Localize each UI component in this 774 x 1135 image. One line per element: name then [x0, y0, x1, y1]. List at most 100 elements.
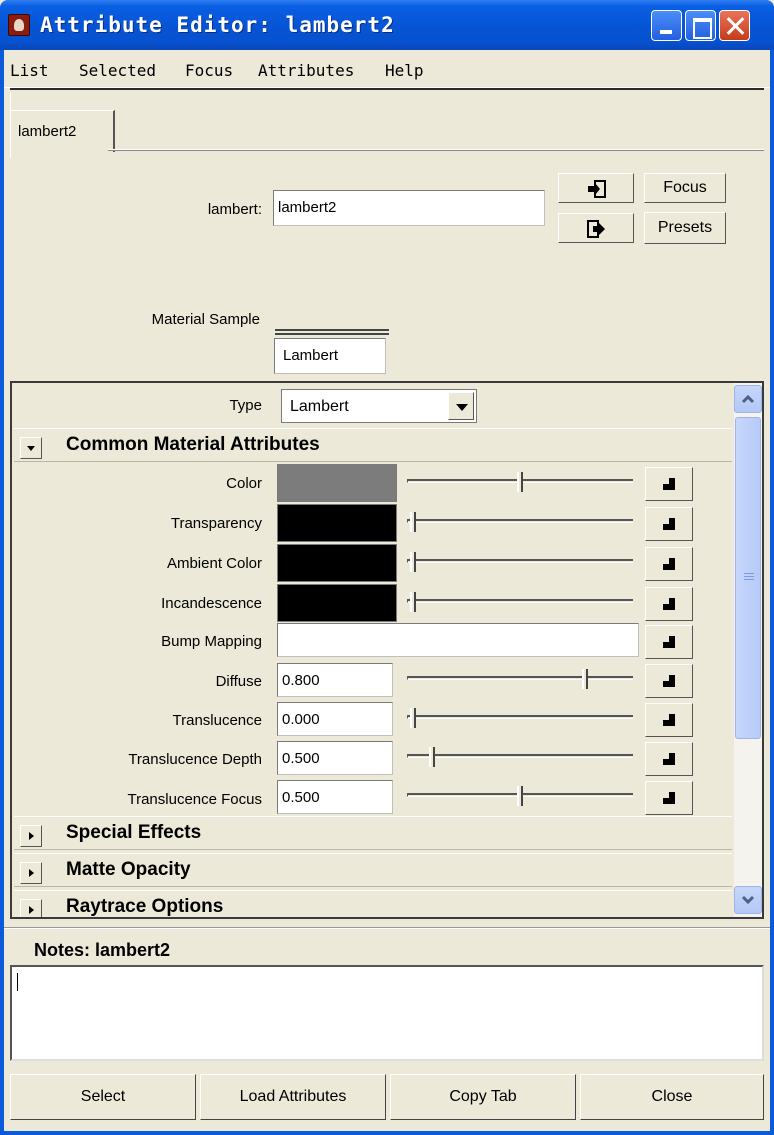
translucence-depth-field[interactable]: 0.500	[277, 741, 393, 775]
color-swatch[interactable]	[277, 464, 397, 502]
expand-arrow-button[interactable]	[20, 899, 42, 917]
translucence-focus-label: Translucence Focus	[127, 791, 262, 808]
translucence-slider[interactable]	[407, 708, 633, 728]
transparency-label: Transparency	[170, 515, 262, 532]
translucence-focus-slider[interactable]	[407, 786, 633, 806]
client-area: List Selected Focus Attributes Help lamb…	[4, 50, 770, 1131]
chevron-down-icon	[741, 895, 755, 905]
notes-divider	[4, 927, 770, 929]
node-name-label: lambert:	[207, 201, 262, 218]
translucence-focus-field[interactable]: 0.500	[277, 780, 393, 814]
menu-focus[interactable]: Focus	[185, 61, 233, 80]
scroll-down-button[interactable]	[734, 886, 762, 914]
menu-selected[interactable]: Selected	[79, 61, 156, 80]
bump-mapping-field[interactable]	[277, 623, 639, 657]
material-sample-label: Material Sample	[151, 311, 260, 328]
maya-app-icon	[8, 14, 30, 36]
ambient-color-swatch[interactable]	[277, 544, 397, 582]
type-dropdown[interactable]: Lambert	[281, 389, 477, 423]
incandescence-swatch[interactable]	[277, 584, 397, 622]
diffuse-label: Diffuse	[215, 673, 262, 690]
minimize-button[interactable]	[651, 10, 682, 41]
slider-handle[interactable]	[517, 472, 523, 492]
expand-arrow-button[interactable]	[20, 862, 42, 884]
presets-button[interactable]: Presets	[644, 212, 726, 244]
translucence-depth-map-button[interactable]	[645, 742, 693, 776]
text-caret	[17, 973, 18, 991]
slider-handle[interactable]	[410, 708, 416, 728]
diffuse-map-button[interactable]	[645, 664, 693, 698]
node-name-field[interactable]: lambert2	[273, 190, 545, 226]
ambient-color-map-button[interactable]	[645, 547, 693, 581]
collapse-arrow-button[interactable]	[20, 437, 42, 459]
scroll-up-button[interactable]	[734, 385, 762, 413]
incandescence-label: Incandescence	[161, 595, 262, 612]
incandescence-slider[interactable]	[407, 592, 633, 612]
input-connection-button[interactable]	[558, 173, 634, 203]
slider-handle[interactable]	[429, 747, 435, 767]
section-matte-opacity[interactable]: Matte Opacity	[14, 853, 732, 887]
slider-handle[interactable]	[582, 669, 588, 689]
slider-handle[interactable]	[410, 592, 416, 612]
bump-mapping-map-button[interactable]	[645, 625, 693, 659]
menu-attributes[interactable]: Attributes	[258, 61, 354, 80]
section-title: Matte Opacity	[66, 859, 191, 880]
chevron-up-icon	[741, 394, 755, 404]
title-bar[interactable]: Attribute Editor: lambert2	[0, 0, 774, 50]
load-attributes-button[interactable]: Load Attributes	[200, 1074, 386, 1120]
triangle-right-icon	[29, 832, 34, 840]
slider-handle[interactable]	[517, 786, 523, 806]
notes-title: Notes: lambert2	[34, 940, 171, 960]
transparency-map-button[interactable]	[645, 507, 693, 541]
close-window-button[interactable]	[719, 10, 750, 41]
material-sample-swatch	[275, 329, 389, 335]
focus-button-label: Focus	[663, 179, 707, 196]
section-title: Special Effects	[66, 822, 202, 843]
slider-handle[interactable]	[410, 512, 416, 532]
select-button[interactable]: Select	[10, 1074, 196, 1120]
section-title: Common Material Attributes	[66, 434, 320, 455]
select-button-label: Select	[80, 1088, 126, 1105]
diffuse-field[interactable]: 0.800	[277, 663, 393, 697]
maximize-button[interactable]	[685, 10, 716, 41]
section-raytrace-options[interactable]: Raytrace Options	[14, 890, 732, 917]
ambient-color-label: Ambient Color	[166, 555, 262, 572]
menu-bar: List Selected Focus Attributes Help	[4, 50, 770, 88]
expand-arrow-button[interactable]	[20, 825, 42, 847]
section-common-material-attributes[interactable]: Common Material Attributes	[14, 428, 732, 462]
close-button[interactable]: Close	[580, 1074, 764, 1120]
translucence-field[interactable]: 0.000	[277, 702, 393, 736]
dropdown-arrow-icon[interactable]	[448, 392, 474, 420]
scrollbar-thumb[interactable]	[735, 417, 761, 739]
tab-divider	[108, 149, 764, 151]
type-value: Lambert	[290, 398, 349, 415]
color-map-button[interactable]	[645, 467, 693, 501]
section-special-effects[interactable]: Special Effects	[14, 816, 732, 850]
focus-button[interactable]: Focus	[644, 173, 726, 203]
transparency-swatch[interactable]	[277, 504, 397, 542]
close-button-label: Close	[651, 1088, 693, 1105]
triangle-right-icon	[29, 906, 34, 914]
window-title: Attribute Editor: lambert2	[40, 13, 395, 37]
slider-handle[interactable]	[410, 552, 416, 572]
color-label: Color	[226, 475, 262, 492]
output-connection-icon	[587, 220, 605, 238]
translucence-map-button[interactable]	[645, 703, 693, 737]
color-slider[interactable]	[407, 472, 633, 492]
load-attributes-button-label: Load Attributes	[239, 1088, 347, 1105]
copy-tab-button[interactable]: Copy Tab	[390, 1074, 576, 1120]
tab-lambert2[interactable]: lambert2	[11, 110, 115, 152]
incandescence-map-button[interactable]	[645, 587, 693, 621]
notes-text-area[interactable]	[10, 965, 764, 1061]
diffuse-slider[interactable]	[407, 669, 633, 689]
menu-divider	[10, 88, 764, 90]
ambient-color-slider[interactable]	[407, 552, 633, 572]
material-sample-field[interactable]: Lambert	[274, 338, 386, 374]
type-label: Type	[229, 397, 262, 414]
menu-help[interactable]: Help	[385, 61, 424, 80]
output-connection-button[interactable]	[558, 213, 634, 243]
menu-list[interactable]: List	[10, 61, 49, 80]
translucence-depth-slider[interactable]	[407, 747, 633, 767]
translucence-focus-map-button[interactable]	[645, 781, 693, 815]
transparency-slider[interactable]	[407, 512, 633, 532]
